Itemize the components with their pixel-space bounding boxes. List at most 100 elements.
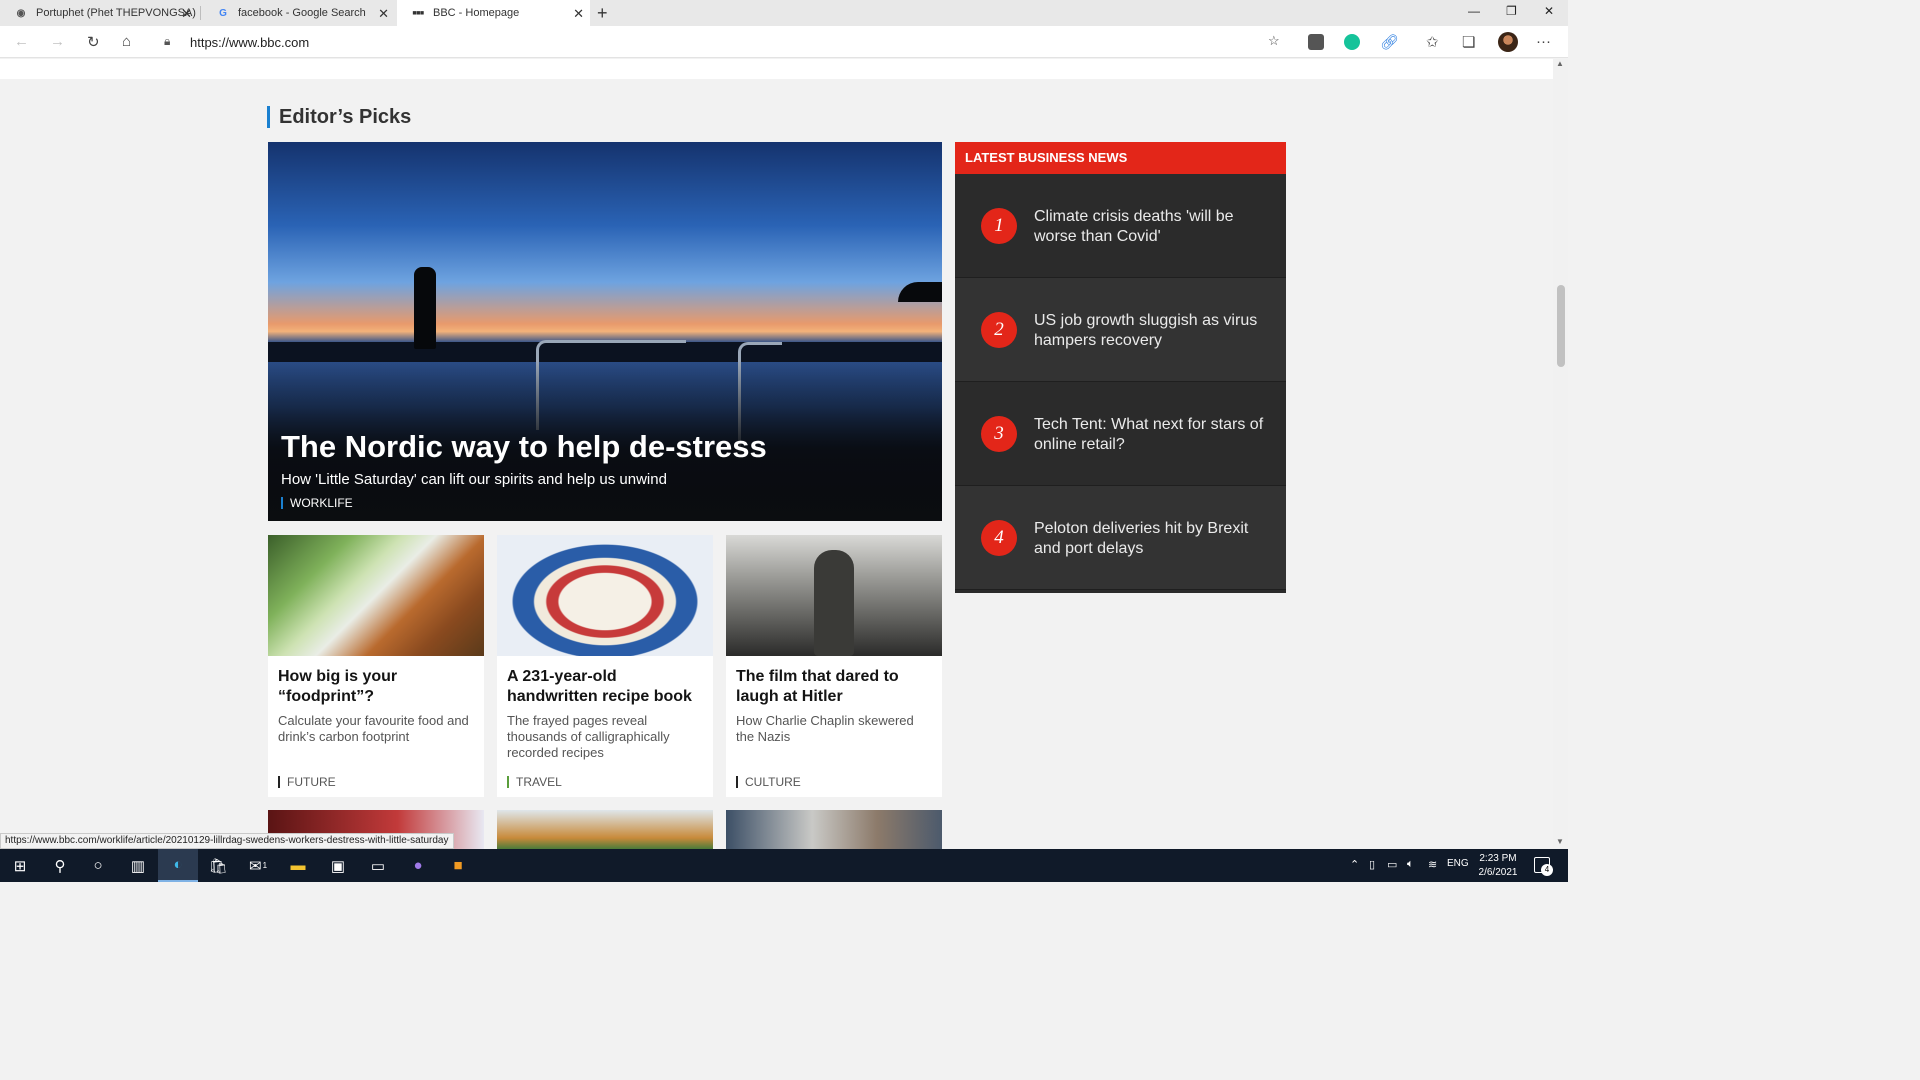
card-tag[interactable]: CULTURE: [736, 776, 801, 788]
file-explorer-icon[interactable]: ▬: [278, 849, 318, 882]
task-view-icon[interactable]: ▥: [118, 849, 158, 882]
news-list-item[interactable]: 1 Climate crisis deaths 'will be worse t…: [955, 174, 1286, 278]
news-headline[interactable]: Peloton deliveries hit by Brexit and por…: [1034, 519, 1266, 559]
tab-github[interactable]: ◉ Portuphet (Phet THEPVONGSA) ✕: [0, 0, 198, 26]
tray-chevron-icon[interactable]: ⌃: [1350, 858, 1359, 871]
add-favorite-icon[interactable]: ☆: [1268, 33, 1280, 49]
settings-menu-icon[interactable]: ···: [1536, 33, 1551, 50]
card-image[interactable]: [497, 535, 713, 656]
github-icon: ◉: [16, 7, 26, 19]
close-tab-icon[interactable]: ✕: [378, 6, 389, 22]
address-bar[interactable]: 🔒︎ https://www.bbc.com: [160, 30, 1290, 54]
section-title: Editor’s Picks: [267, 106, 411, 128]
search-icon[interactable]: ⚲: [40, 849, 80, 882]
close-tab-icon[interactable]: ✕: [181, 6, 192, 22]
page-top-band: [0, 59, 1553, 79]
card-title[interactable]: The film that dared to laugh at Hitler: [736, 667, 932, 707]
rank-badge: 3: [981, 416, 1017, 452]
latest-business-heading[interactable]: LATEST BUSINESS NEWS: [955, 142, 1286, 174]
collections-icon[interactable]: ❏: [1462, 33, 1475, 51]
language-indicator[interactable]: ENG: [1447, 858, 1469, 869]
device-icon[interactable]: ▯: [1369, 858, 1375, 871]
tab-divider: [200, 6, 201, 20]
scroll-thumb[interactable]: [1557, 285, 1565, 367]
card-tag[interactable]: FUTURE: [278, 776, 336, 788]
figure-silhouette: [814, 550, 854, 656]
story-card-image-partial[interactable]: [726, 810, 942, 849]
app-purple-icon[interactable]: ●: [398, 849, 438, 882]
cortana-icon[interactable]: ○: [78, 849, 118, 882]
tab-title: BBC - Homepage: [433, 7, 520, 19]
start-windows-icon[interactable]: ⊞: [0, 849, 40, 882]
browser-toolbar: ← → ↻ ⌂ 🔒︎ https://www.bbc.com ☆ 🔗︎ ✩ ❏ …: [0, 26, 1568, 58]
extension-reader-icon[interactable]: [1308, 34, 1324, 50]
mail-badge: 1: [262, 861, 268, 870]
grammarly-icon[interactable]: [1344, 34, 1360, 50]
story-card[interactable]: How big is your “foodprint”? Calculate y…: [268, 535, 484, 797]
person-silhouette: [414, 267, 436, 349]
restore-button[interactable]: ❐: [1506, 4, 1517, 18]
story-card[interactable]: The film that dared to laugh at Hitler H…: [726, 535, 942, 797]
news-list-item[interactable]: 2 US job growth sluggish as virus hamper…: [955, 278, 1286, 382]
rank-badge: 1: [981, 208, 1017, 244]
wifi-icon[interactable]: ≋: [1428, 858, 1437, 871]
card-title[interactable]: A 231-year-old handwritten recipe book: [507, 667, 703, 707]
card-image[interactable]: [726, 535, 942, 656]
refresh-icon[interactable]: ↻: [87, 33, 100, 51]
tab-title: facebook - Google Search: [238, 7, 366, 19]
news-list-item[interactable]: 4 Peloton deliveries hit by Brexit and p…: [955, 486, 1286, 590]
volume-icon[interactable]: 🔈︎: [1407, 858, 1414, 871]
hero-story[interactable]: The Nordic way to help de-stress How 'Li…: [268, 142, 942, 521]
news-headline[interactable]: US job growth sluggish as virus hampers …: [1034, 311, 1266, 351]
profile-avatar[interactable]: [1498, 32, 1518, 52]
card-tag[interactable]: TRAVEL: [507, 776, 562, 788]
home-icon[interactable]: ⌂: [122, 33, 131, 50]
clock-date: 2/6/2021: [1478, 867, 1518, 878]
scroll-down-icon[interactable]: ▼: [1556, 837, 1564, 846]
page-scrollbar[interactable]: ▲ ▼: [1553, 59, 1568, 849]
sublime-text-icon[interactable]: ■: [438, 849, 478, 882]
google-icon: G: [219, 7, 227, 19]
scroll-up-icon[interactable]: ▲: [1556, 59, 1564, 68]
card-subtitle: The frayed pages reveal thousands of cal…: [507, 713, 670, 760]
story-card-image-partial[interactable]: [497, 810, 713, 849]
card-image[interactable]: [268, 535, 484, 656]
taskbar-clock[interactable]: 2:23 PM 2/6/2021: [1468, 852, 1528, 880]
mail-icon[interactable]: ✉ 1: [238, 849, 278, 882]
forward-icon[interactable]: →: [50, 33, 65, 50]
store-icon[interactable]: 🛍︎: [198, 849, 238, 882]
status-bar-url: https://www.bbc.com/worklife/article/202…: [0, 833, 454, 849]
latest-business-news-panel: LATEST BUSINESS NEWS 1 Climate crisis de…: [955, 142, 1286, 593]
news-headline[interactable]: Climate crisis deaths 'will be worse tha…: [1034, 207, 1266, 247]
close-tab-icon[interactable]: ✕: [573, 6, 584, 22]
tab-bar: ◉ Portuphet (Phet THEPVONGSA) ✕ G facebo…: [0, 0, 1568, 26]
hero-text: The Nordic way to help de-stress How 'Li…: [281, 429, 929, 509]
card-subtitle: Calculate your favourite food and drink’…: [278, 713, 469, 744]
tab-bbc[interactable]: ■■■ BBC - Homepage ✕: [397, 0, 590, 26]
battery-icon[interactable]: ▭: [1387, 858, 1397, 871]
tab-google[interactable]: G facebook - Google Search ✕: [202, 0, 395, 26]
hero-subtitle: How 'Little Saturday' can lift our spiri…: [281, 471, 667, 488]
close-window-button[interactable]: ✕: [1544, 4, 1554, 18]
link-extension-icon[interactable]: 🔗︎: [1380, 33, 1399, 51]
notification-count: 4: [1541, 864, 1553, 876]
minimize-button[interactable]: —: [1468, 4, 1480, 18]
clock-time: 2:23 PM: [1479, 853, 1517, 864]
edge-browser-icon[interactable]: ◐: [158, 849, 198, 882]
news-list-item[interactable]: 3 Tech Tent: What next for stars of onli…: [955, 382, 1286, 486]
new-tab-button[interactable]: +: [597, 3, 608, 24]
hero-tag[interactable]: WORKLIFE: [281, 497, 929, 509]
card-title[interactable]: How big is your “foodprint”?: [278, 667, 474, 707]
terminal-icon[interactable]: ▭: [358, 849, 398, 882]
back-icon[interactable]: ←: [14, 33, 29, 50]
app-icon[interactable]: ▣: [318, 849, 358, 882]
hero-title[interactable]: The Nordic way to help de-stress: [281, 429, 929, 465]
favorites-icon[interactable]: ✩: [1426, 33, 1439, 51]
news-headline[interactable]: Tech Tent: What next for stars of online…: [1034, 415, 1266, 455]
story-card[interactable]: A 231-year-old handwritten recipe book T…: [497, 535, 713, 797]
island-silhouette: [898, 282, 942, 302]
rank-badge: 4: [981, 520, 1017, 556]
url-text[interactable]: https://www.bbc.com: [190, 35, 309, 50]
lock-icon[interactable]: 🔒︎: [164, 34, 170, 49]
rank-badge: 2: [981, 312, 1017, 348]
